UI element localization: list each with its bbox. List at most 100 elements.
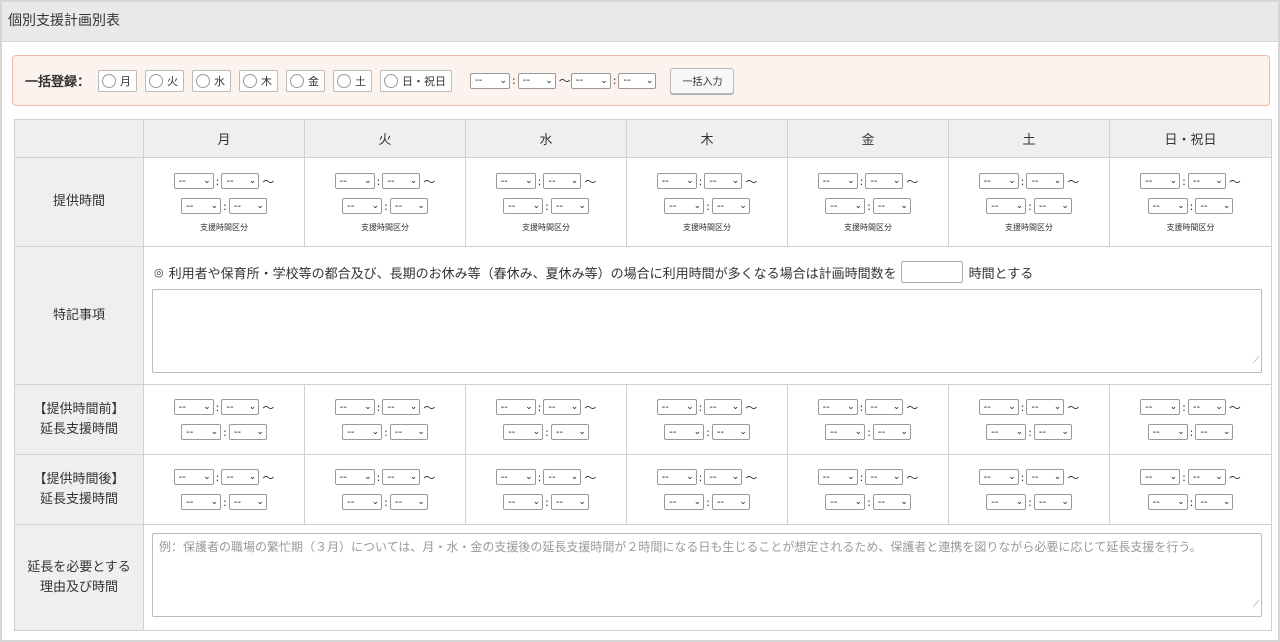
end-hour-select[interactable]: -- ⌄ [181, 424, 222, 440]
start-minute-select[interactable]: -- ⌄ [1187, 173, 1226, 189]
end-minute-select[interactable]: -- ⌄ [1033, 198, 1072, 214]
start-hour-select[interactable]: -- ⌄ [173, 399, 214, 415]
end-minute-select[interactable]: -- ⌄ [711, 424, 750, 440]
start-hour-select[interactable]: -- ⌄ [173, 469, 214, 485]
start-minute-select[interactable]: -- ⌄ [865, 173, 904, 189]
end-minute-select[interactable]: -- ⌄ [1195, 424, 1234, 440]
start-minute-select[interactable]: -- ⌄ [1026, 399, 1065, 415]
start-minute-select[interactable]: -- ⌄ [543, 469, 582, 485]
start-hour-select[interactable]: -- ⌄ [334, 399, 375, 415]
end-hour-select[interactable]: -- ⌄ [825, 494, 866, 510]
end-minute-select[interactable]: -- ⌄ [228, 198, 267, 214]
start-hour-select[interactable]: -- ⌄ [334, 173, 375, 189]
bulk-day-sun-holiday[interactable]: 日・祝日 [380, 69, 453, 92]
start-minute-select[interactable]: -- ⌄ [382, 469, 421, 485]
end-minute-select[interactable]: -- ⌄ [1195, 198, 1234, 214]
start-minute-select[interactable]: -- ⌄ [865, 469, 904, 485]
start-hour-select[interactable]: -- ⌄ [495, 399, 536, 415]
end-minute-select[interactable]: -- ⌄ [228, 424, 267, 440]
bulk-end-hour-select[interactable]: -- ⌄ [570, 72, 611, 89]
extension-reason-textarea[interactable]: 例：保護者の職場の繁忙期（３月）については、月・水・金の支援後の延長支援時間が２… [152, 533, 1262, 617]
bulk-apply-button[interactable]: 一括入力 [670, 67, 735, 94]
start-minute-select[interactable]: -- ⌄ [1187, 469, 1226, 485]
start-hour-select[interactable]: -- ⌄ [1140, 173, 1181, 189]
end-hour-select[interactable]: -- ⌄ [825, 424, 866, 440]
start-minute-select[interactable]: -- ⌄ [382, 173, 421, 189]
start-hour-select[interactable]: -- ⌄ [656, 399, 697, 415]
end-minute-select[interactable]: -- ⌄ [389, 494, 428, 510]
start-minute-select[interactable]: -- ⌄ [221, 469, 260, 485]
end-hour-select[interactable]: -- ⌄ [664, 494, 705, 510]
start-minute-select[interactable]: -- ⌄ [543, 399, 582, 415]
end-minute-select[interactable]: -- ⌄ [1033, 494, 1072, 510]
start-minute-select[interactable]: -- ⌄ [704, 469, 743, 485]
start-hour-select[interactable]: -- ⌄ [173, 173, 214, 189]
start-hour-select[interactable]: -- ⌄ [1140, 469, 1181, 485]
start-hour-select[interactable]: -- ⌄ [495, 469, 536, 485]
end-minute-select[interactable]: -- ⌄ [389, 424, 428, 440]
bulk-day-thu[interactable]: 木 [239, 69, 279, 92]
end-hour-select[interactable]: -- ⌄ [503, 198, 544, 214]
start-minute-select[interactable]: -- ⌄ [1026, 469, 1065, 485]
end-minute-select[interactable]: -- ⌄ [1195, 494, 1234, 510]
start-hour-select[interactable]: -- ⌄ [334, 469, 375, 485]
end-hour-select[interactable]: -- ⌄ [1147, 494, 1188, 510]
special-notes-textarea[interactable]: ⟋ [152, 289, 1262, 373]
start-minute-select[interactable]: -- ⌄ [221, 399, 260, 415]
bulk-day-fri[interactable]: 金 [286, 69, 326, 92]
end-hour-select[interactable]: -- ⌄ [1147, 198, 1188, 214]
bulk-start-hour-select[interactable]: -- ⌄ [470, 72, 511, 89]
end-hour-select[interactable]: -- ⌄ [1147, 424, 1188, 440]
start-minute-select[interactable]: -- ⌄ [221, 173, 260, 189]
start-minute-select[interactable]: -- ⌄ [543, 173, 582, 189]
end-hour-select[interactable]: -- ⌄ [181, 494, 222, 510]
end-hour-select[interactable]: -- ⌄ [664, 424, 705, 440]
end-minute-select[interactable]: -- ⌄ [550, 424, 589, 440]
end-minute-select[interactable]: -- ⌄ [711, 494, 750, 510]
end-minute-select[interactable]: -- ⌄ [1033, 424, 1072, 440]
end-minute-select[interactable]: -- ⌄ [872, 494, 911, 510]
end-hour-select[interactable]: -- ⌄ [342, 494, 383, 510]
end-hour-select[interactable]: -- ⌄ [986, 494, 1027, 510]
start-hour-select[interactable]: -- ⌄ [817, 469, 858, 485]
end-hour-select[interactable]: -- ⌄ [503, 494, 544, 510]
end-minute-select[interactable]: -- ⌄ [872, 198, 911, 214]
bulk-end-minute-select[interactable]: -- ⌄ [618, 72, 657, 89]
bulk-start-minute-select[interactable]: -- ⌄ [517, 72, 556, 89]
start-minute-select[interactable]: -- ⌄ [704, 399, 743, 415]
end-hour-select[interactable]: -- ⌄ [342, 198, 383, 214]
start-hour-select[interactable]: -- ⌄ [656, 469, 697, 485]
start-minute-select[interactable]: -- ⌄ [704, 173, 743, 189]
bulk-day-tue[interactable]: 火 [145, 69, 185, 92]
start-hour-select[interactable]: -- ⌄ [817, 173, 858, 189]
start-hour-select[interactable]: -- ⌄ [978, 469, 1019, 485]
start-hour-select[interactable]: -- ⌄ [817, 399, 858, 415]
start-hour-select[interactable]: -- ⌄ [978, 399, 1019, 415]
end-hour-select[interactable]: -- ⌄ [503, 424, 544, 440]
start-hour-select[interactable]: -- ⌄ [978, 173, 1019, 189]
end-minute-select[interactable]: -- ⌄ [550, 198, 589, 214]
end-hour-select[interactable]: -- ⌄ [986, 198, 1027, 214]
end-minute-select[interactable]: -- ⌄ [550, 494, 589, 510]
bulk-day-wed[interactable]: 水 [192, 69, 232, 92]
end-hour-select[interactable]: -- ⌄ [664, 198, 705, 214]
end-minute-select[interactable]: -- ⌄ [228, 494, 267, 510]
end-hour-select[interactable]: -- ⌄ [986, 424, 1027, 440]
plan-hours-input[interactable] [900, 261, 963, 283]
resize-handle-icon[interactable]: ⟋ [1253, 596, 1259, 615]
start-hour-select[interactable]: -- ⌄ [656, 173, 697, 189]
start-minute-select[interactable]: -- ⌄ [382, 399, 421, 415]
end-minute-select[interactable]: -- ⌄ [711, 198, 750, 214]
start-minute-select[interactable]: -- ⌄ [865, 399, 904, 415]
end-hour-select[interactable]: -- ⌄ [342, 424, 383, 440]
resize-handle-icon[interactable]: ⟋ [1253, 352, 1259, 371]
bulk-day-mon[interactable]: 月 [98, 69, 138, 92]
start-hour-select[interactable]: -- ⌄ [1140, 399, 1181, 415]
start-minute-select[interactable]: -- ⌄ [1026, 173, 1065, 189]
end-minute-select[interactable]: -- ⌄ [389, 198, 428, 214]
end-minute-select[interactable]: -- ⌄ [872, 424, 911, 440]
bulk-day-sat[interactable]: 土 [333, 69, 373, 92]
start-hour-select[interactable]: -- ⌄ [495, 173, 536, 189]
end-hour-select[interactable]: -- ⌄ [181, 198, 222, 214]
end-hour-select[interactable]: -- ⌄ [825, 198, 866, 214]
